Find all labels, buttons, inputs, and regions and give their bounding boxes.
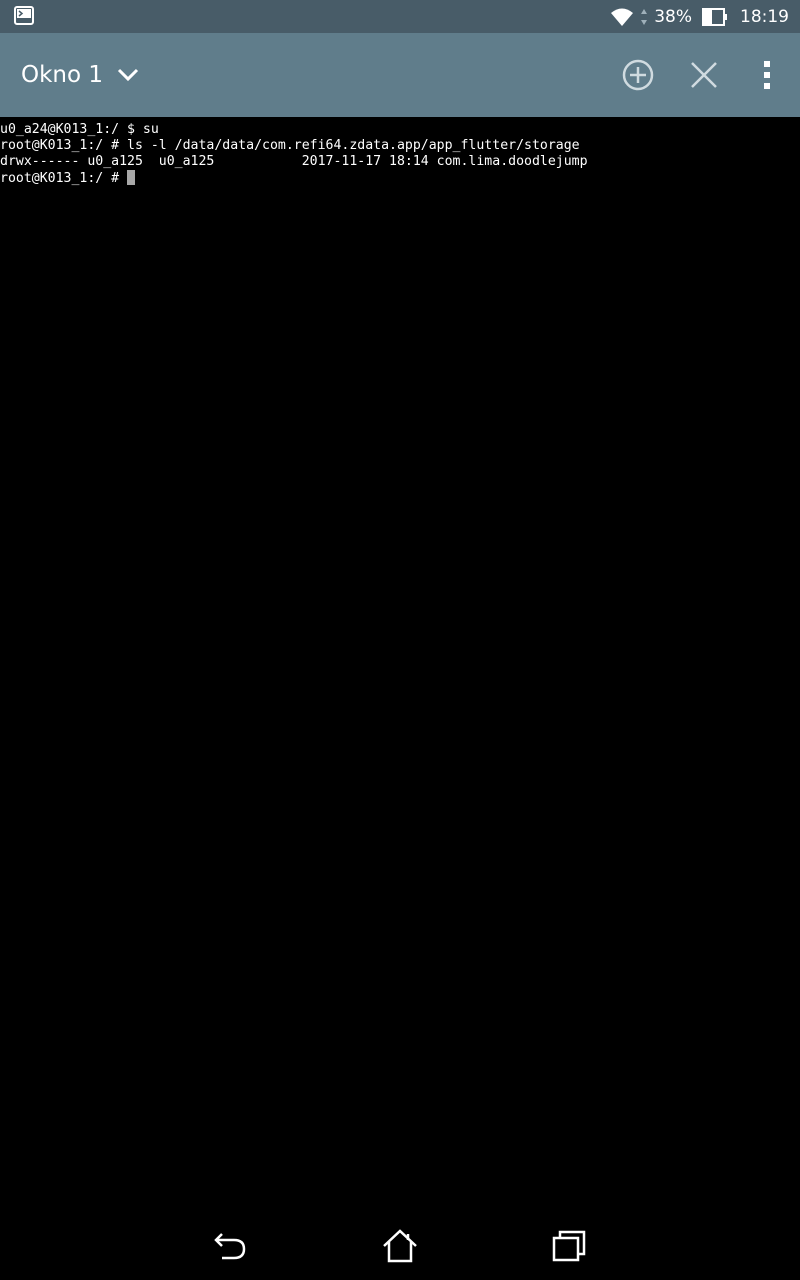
status-bar: 38% 18:19 [0,0,800,33]
terminal-cursor [127,170,136,185]
wifi-icon [611,8,634,26]
battery-percent: 38% [654,6,692,27]
chevron-down-icon [117,68,139,82]
app-bar: Okno 1 [0,33,800,117]
battery-icon [702,7,727,26]
terminal-output[interactable]: u0_a24@K013_1:/ $ su root@K013_1:/ # ls … [0,122,800,1208]
window-title: Okno 1 [21,62,104,88]
status-indicators: 38% 18:19 [610,0,789,33]
terminal-line: u0_a24@K013_1:/ $ su [0,122,159,137]
data-activity-icon [641,8,648,25]
add-circle-icon[interactable] [620,57,656,93]
terminal-line: root@K013_1:/ # ls -l /data/data/com.ref… [0,138,580,153]
terminal-prompt: root@K013_1:/ # [0,171,128,186]
back-icon[interactable] [210,1226,250,1266]
close-icon[interactable] [686,57,722,93]
terminal-prompt-line: root@K013_1:/ # [0,170,800,186]
terminal-line: drwx------ u0_a125 u0_a125 2017-11-17 18… [0,154,588,169]
recents-icon[interactable] [550,1226,590,1266]
navigation-bar [0,1208,800,1280]
terminal-icon [14,6,34,25]
more-vert-icon[interactable] [752,57,782,93]
window-selector[interactable]: Okno 1 [21,33,139,117]
clock: 18:19 [740,6,789,27]
home-icon[interactable] [380,1226,420,1266]
